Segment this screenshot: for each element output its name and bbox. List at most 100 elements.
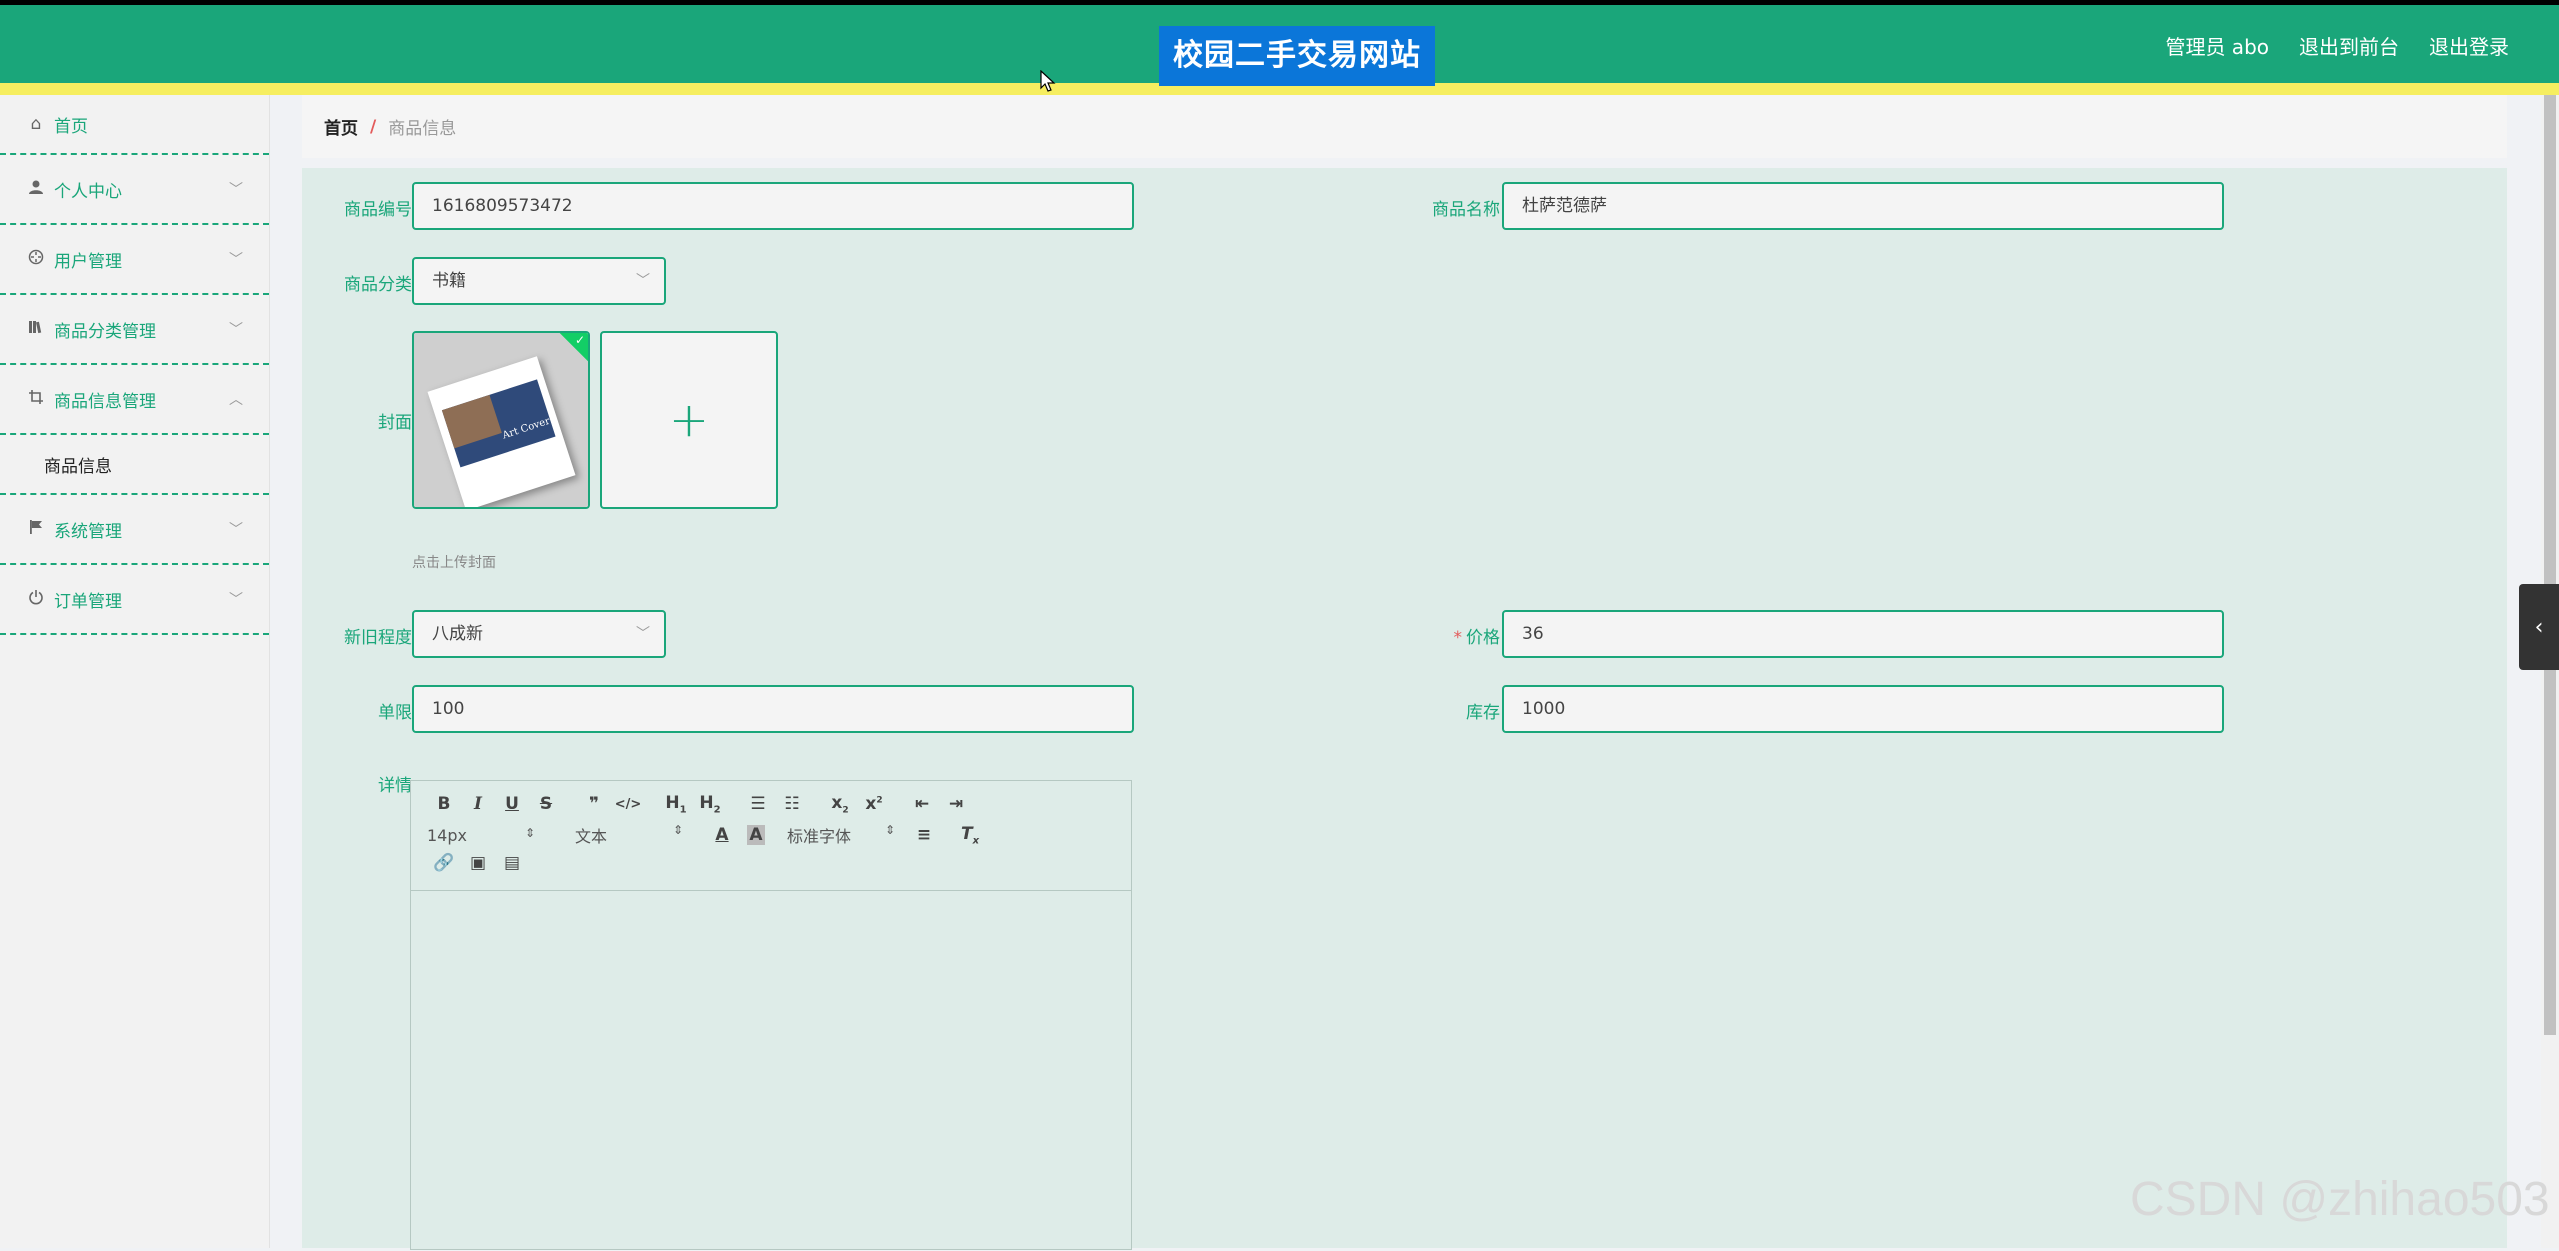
bullet-list-icon[interactable]: ☷ [775, 794, 809, 814]
heading-2-icon[interactable]: H2 [693, 793, 727, 815]
sidebar: ⌂ 首页 个人中心 ﹀ 用户管理 ﹀ 商品分类管理 ﹀ 商品信息管理 ︿ 商品信… [0, 95, 270, 1248]
sidebar-subitem-label: 商品信息 [44, 456, 112, 477]
crop-icon [26, 389, 46, 410]
heading-1-icon[interactable]: H1 [659, 793, 693, 815]
logout-link[interactable]: 退出登录 [2429, 32, 2509, 62]
scrollbar-thumb[interactable] [2544, 95, 2556, 1035]
rich-text-editor: B I U S ❞ </> H1 H2 ☰ ☷ x2 x2 ⇤ ⇥ 14px ⇕ … [410, 780, 1132, 1250]
breadcrumb: 首页 / 商品信息 [302, 95, 2507, 158]
condition-select[interactable]: 八成新 ﹀ [412, 610, 666, 658]
video-icon[interactable]: ▤ [495, 853, 529, 873]
sidebar-item-label: 个人中心 [54, 181, 122, 202]
background-color-icon[interactable]: A [747, 825, 765, 845]
stock-input[interactable]: 1000 [1502, 685, 2224, 733]
editor-toolbar-row-3: 🔗 ▣ ▤ [427, 853, 529, 873]
sidebar-item-label: 用户管理 [54, 251, 122, 272]
outdent-icon[interactable]: ⇤ [905, 794, 939, 814]
sidebar-item-product-management[interactable]: 商品信息管理 ︿ [0, 365, 269, 435]
power-icon [26, 589, 46, 610]
font-family-select[interactable]: 标准字体 ⇕ [787, 823, 895, 847]
underline-icon[interactable]: U [495, 794, 529, 814]
chevron-down-icon: ﹀ [229, 182, 243, 198]
flag-icon [26, 519, 46, 540]
plus-icon: + [668, 392, 710, 448]
cover-thumbnail[interactable]: Art Cover ✓ [412, 331, 590, 509]
library-icon [26, 319, 46, 340]
editor-toolbar-row-1: B I U S ❞ </> H1 H2 ☰ ☷ x2 x2 ⇤ ⇥ [427, 793, 973, 815]
top-right-links: 管理员 abo 退出到前台 退出登录 [2165, 32, 2509, 62]
indent-icon[interactable]: ⇥ [939, 794, 973, 814]
blockquote-icon[interactable]: ❞ [577, 794, 611, 814]
condition-label: 新旧程度 [344, 628, 412, 648]
site-title: 校园二手交易网站 [1159, 26, 1435, 86]
editor-toolbar-row-2: 14px ⇕ 文本 ⇕ A A 标准字体 ⇕ ≡ Tx [427, 823, 987, 847]
chevron-down-icon: ﹀ [229, 522, 243, 538]
chevron-left-icon: ‹ [2534, 614, 2544, 640]
chevron-down-icon: ﹀ [229, 322, 243, 338]
cover-upload-hint: 点击上传封面 [412, 555, 496, 571]
font-size-select[interactable]: 14px ⇕ [427, 826, 535, 845]
editor-content-area[interactable] [411, 891, 1131, 1251]
home-icon: ⌂ [30, 114, 42, 134]
sort-caret-icon: ⇕ [672, 823, 683, 837]
breadcrumb-separator: / [370, 116, 377, 137]
sidebar-item-label: 首页 [54, 116, 88, 137]
sidebar-item-label: 商品分类管理 [54, 321, 156, 342]
sidebar-item-label: 订单管理 [54, 591, 122, 612]
sidebar-subitem-product-info[interactable]: 商品信息 [0, 435, 269, 495]
category-value: 书籍 [432, 271, 466, 291]
strikethrough-icon[interactable]: S [529, 794, 563, 814]
font-size-value: 14px [427, 825, 467, 845]
sidebar-item-system-management[interactable]: 系统管理 ﹀ [0, 495, 269, 565]
font-family-value: 标准字体 [787, 827, 852, 846]
sidebar-item-label: 商品信息管理 [54, 391, 156, 412]
product-name-input[interactable]: 杜萨范德萨 [1502, 182, 2224, 230]
sidebar-item-order-management[interactable]: 订单管理 ﹀ [0, 565, 269, 635]
font-color-icon[interactable]: A [705, 825, 739, 845]
user-icon [26, 179, 46, 200]
collapse-panel-button[interactable]: ‹ [2519, 584, 2559, 670]
align-icon[interactable]: ≡ [907, 825, 941, 845]
product-code-input[interactable]: 1616809573472 [412, 182, 1134, 230]
sidebar-item-label: 系统管理 [54, 521, 122, 542]
code-block-icon[interactable]: </> [611, 797, 645, 812]
breadcrumb-home[interactable]: 首页 [324, 114, 358, 139]
limit-label: 单限 [378, 703, 412, 723]
italic-icon[interactable]: I [461, 794, 495, 814]
cover-label: 封面 [378, 413, 412, 433]
chevron-down-icon: ﹀ [636, 626, 650, 642]
sidebar-item-category-management[interactable]: 商品分类管理 ﹀ [0, 295, 269, 365]
details-label: 详情 [378, 776, 412, 796]
category-select[interactable]: 书籍 ﹀ [412, 257, 666, 305]
back-to-front-link[interactable]: 退出到前台 [2299, 32, 2399, 62]
clear-format-icon[interactable]: Tx [953, 824, 987, 846]
price-label-text: 价格 [1466, 628, 1500, 648]
page-scrollbar[interactable] [2541, 95, 2559, 1248]
sidebar-item-home[interactable]: ⌂ 首页 [0, 95, 269, 155]
subscript-icon[interactable]: x2 [823, 793, 857, 815]
cover-upload-button[interactable]: + [600, 331, 778, 509]
sort-caret-icon: ⇕ [524, 825, 535, 840]
limit-input[interactable]: 100 [412, 685, 1134, 733]
price-label: * 价格 [1390, 623, 1501, 648]
category-label: 商品分类 [344, 275, 412, 295]
sidebar-item-user-management[interactable]: 用户管理 ﹀ [0, 225, 269, 295]
link-icon[interactable]: 🔗 [427, 853, 461, 873]
sidebar-item-personal-center[interactable]: 个人中心 ﹀ [0, 155, 269, 225]
chevron-down-icon: ﹀ [229, 592, 243, 608]
top-bar: 校园二手交易网站 管理员 abo 退出到前台 退出登录 [0, 0, 2559, 95]
product-code-label: 商品编号 [344, 200, 412, 220]
stock-label: 库存 [1466, 703, 1500, 723]
admin-label: 管理员 abo [2165, 35, 2269, 59]
watermark: CSDN @zhihao503 [2130, 1173, 2550, 1226]
superscript-icon[interactable]: x2 [857, 794, 891, 814]
image-icon[interactable]: ▣ [461, 853, 495, 873]
price-input[interactable]: 36 [1502, 610, 2224, 658]
bold-icon[interactable]: B [427, 794, 461, 814]
mouse-cursor-icon [1040, 70, 1056, 92]
condition-value: 八成新 [432, 624, 483, 644]
breadcrumb-current: 商品信息 [388, 119, 457, 139]
block-type-value: 文本 [575, 827, 608, 846]
block-type-select[interactable]: 文本 ⇕ [575, 823, 683, 847]
ordered-list-icon[interactable]: ☰ [741, 794, 775, 814]
